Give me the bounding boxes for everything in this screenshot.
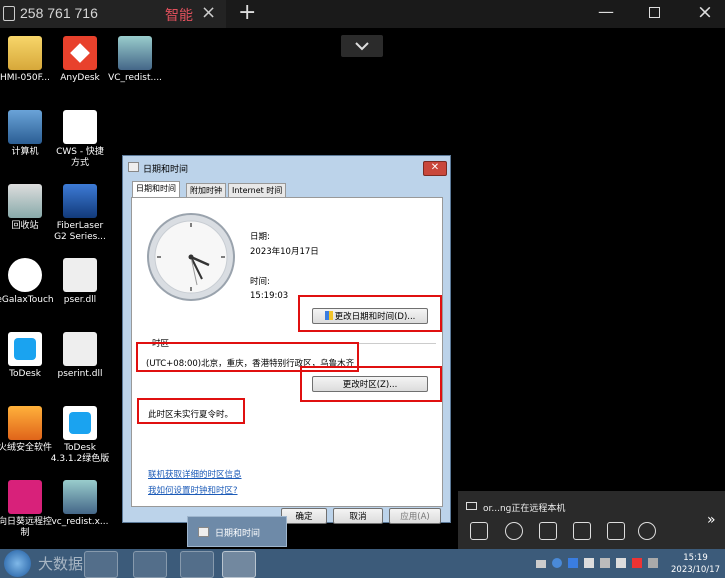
transfer-icon[interactable]: [607, 522, 625, 540]
taskbar-clock[interactable]: 15:19 2023/10/17: [668, 552, 723, 576]
shortcut-icon: [63, 110, 97, 144]
egalax-icon: [8, 258, 42, 292]
desktop-icon-pserint-dll[interactable]: pserint.dll: [45, 332, 115, 380]
taskbar-datetime[interactable]: [222, 551, 256, 578]
dialog-title: 日期和时间: [143, 165, 189, 175]
keyboard-icon[interactable]: [536, 560, 546, 568]
highlight-dst-note: [137, 398, 245, 424]
volume-icon[interactable]: [616, 558, 626, 568]
todesk-icon: [63, 406, 97, 440]
desktop-icon-label: ToDesk 4.3.1.2绿色版: [50, 443, 110, 464]
dll-file-icon: [63, 258, 97, 292]
flag-icon[interactable]: [584, 558, 594, 568]
highlight-change-timezone: [300, 366, 442, 402]
ok-button[interactable]: 确定: [281, 508, 327, 524]
installer-icon: [63, 480, 97, 514]
network-icon[interactable]: [600, 558, 610, 568]
huorong-icon: [8, 406, 42, 440]
close-tab-icon[interactable]: ×: [201, 2, 216, 23]
cancel-button[interactable]: 取消: [333, 508, 383, 524]
desktop-icon-todesk-green[interactable]: ToDesk 4.3.1.2绿色版: [45, 406, 115, 465]
dialog-close-button[interactable]: ✕: [423, 161, 447, 176]
remote-status: or...ng正在远程本机: [483, 504, 566, 514]
disconnect-icon[interactable]: [638, 522, 656, 540]
fiberlaser-icon: [63, 184, 97, 218]
datetime-app-icon: [128, 162, 139, 172]
desktop-icon-pser-dll[interactable]: pser.dll: [45, 258, 115, 306]
date-value: 2023年10月17日: [250, 247, 319, 257]
camera-icon[interactable]: [539, 522, 557, 540]
desktop-icon-fiberlaser[interactable]: FiberLaser G2 Series...: [45, 184, 115, 243]
apply-button[interactable]: 应用(A): [389, 508, 441, 524]
desktop-icon-label: FiberLaser G2 Series...: [54, 221, 106, 242]
time-label: 时间:: [250, 277, 270, 287]
tab-internet-time[interactable]: Internet 时间: [228, 183, 287, 198]
desktop-icon-label: pserint.dll: [57, 369, 103, 379]
chevron-down-icon: [355, 42, 369, 51]
device-id: 258 761 716: [20, 5, 98, 21]
time-value: 15:19:03: [250, 291, 289, 301]
date-label: 日期:: [250, 232, 270, 242]
monitor-icon: [3, 6, 15, 21]
taskbar-app-2[interactable]: [180, 551, 214, 578]
taskbar-thumbnail-popup[interactable]: 日期和时间: [187, 516, 287, 547]
online-timezone-link[interactable]: 联机获取详细的时区信息: [148, 468, 242, 480]
analog-clock-icon: [147, 213, 235, 301]
desktop-icon-vcredist-x[interactable]: vc_redist.x...: [45, 480, 115, 528]
watermark-text: 大数据: [38, 555, 84, 573]
remote-control-panel: [458, 491, 725, 549]
installer-icon: [118, 36, 152, 70]
text-icon[interactable]: [573, 522, 591, 540]
monitor-icon: [466, 502, 477, 510]
tab-date-time[interactable]: 日期和时间: [132, 181, 180, 198]
window-close-icon[interactable]: ×: [697, 1, 713, 23]
chat-icon[interactable]: [470, 522, 488, 540]
display-icon[interactable]: [648, 558, 658, 568]
maximize-icon[interactable]: [649, 7, 660, 18]
add-tab-icon[interactable]: +: [238, 0, 256, 25]
taskbar-app[interactable]: [133, 551, 167, 578]
microphone-icon[interactable]: [505, 522, 523, 540]
toolbar-toggle-button[interactable]: [341, 35, 383, 57]
desktop-icon-cws[interactable]: CWS - 快捷 方式: [45, 110, 115, 169]
clock-date: 2023/10/17: [671, 565, 720, 575]
security-icon[interactable]: [632, 558, 642, 568]
recycle-bin-icon: [8, 184, 42, 218]
sunlogin-icon: [8, 480, 42, 514]
expand-panel-icon[interactable]: »: [707, 512, 716, 528]
desktop-icon-vcredist[interactable]: VC_redist....: [100, 36, 170, 84]
taskbar-explorer[interactable]: [84, 551, 118, 578]
datetime-app-icon: [198, 527, 209, 537]
desktop-icon-label: vc_redist.x...: [51, 517, 109, 527]
desktop-icon-label: pser.dll: [63, 295, 97, 305]
tab-additional-clocks[interactable]: 附加时钟: [186, 183, 226, 198]
datetime-dialog: 日期和时间 ✕ 日期和时间 附加时钟 Internet 时间 日期: 2023年…: [122, 155, 451, 524]
system-tray[interactable]: [536, 558, 676, 570]
anydesk-icon: [63, 36, 97, 70]
start-button[interactable]: [4, 550, 31, 577]
help-icon[interactable]: [552, 558, 562, 568]
tray-app-icon[interactable]: [568, 558, 578, 568]
folder-icon: [8, 36, 42, 70]
computer-icon: [8, 110, 42, 144]
todesk-icon: [8, 332, 42, 366]
minimize-icon[interactable]: —: [598, 2, 614, 21]
highlight-change-datetime: [298, 295, 442, 332]
desktop-icon-label: VC_redist....: [108, 73, 162, 83]
dll-file-icon: [63, 332, 97, 366]
desktop-icon-label: CWS - 快捷 方式: [56, 147, 104, 168]
popup-label: 日期和时间: [215, 529, 261, 539]
clock-time: 15:19: [683, 553, 708, 563]
howto-clock-timezone-link[interactable]: 我如何设置时钟和时区?: [148, 484, 238, 496]
mode-label[interactable]: 智能: [165, 5, 193, 25]
